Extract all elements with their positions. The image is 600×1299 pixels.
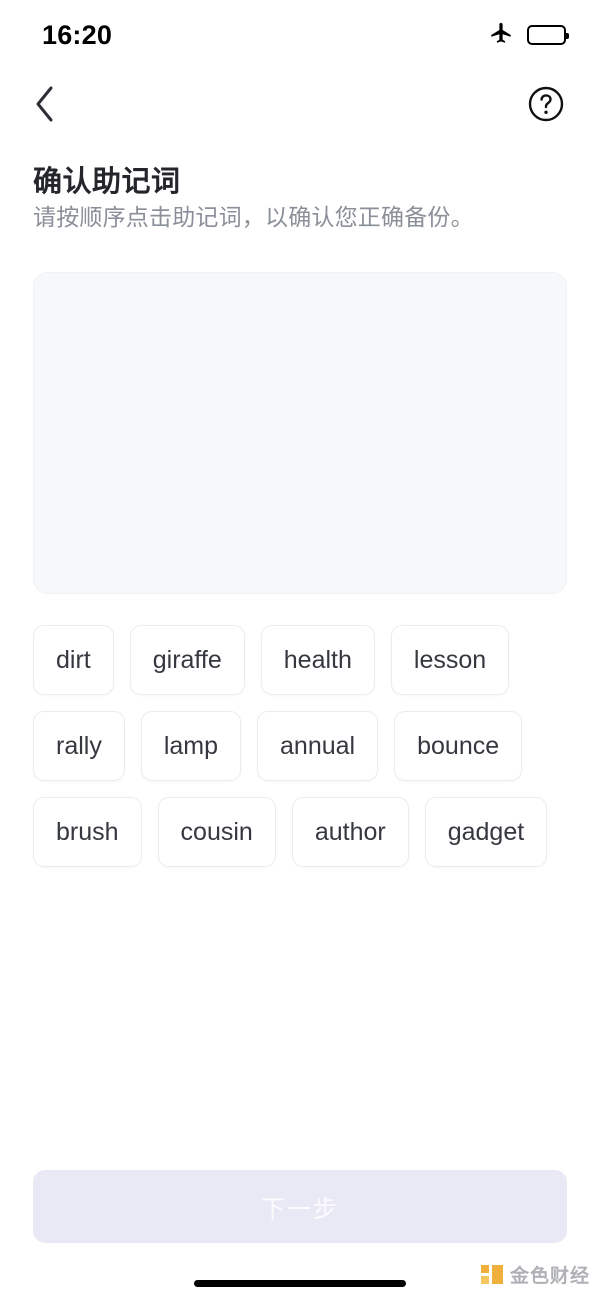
help-button[interactable]: [525, 85, 567, 127]
word-chip[interactable]: lesson: [390, 625, 510, 695]
battery-icon: [527, 25, 569, 45]
word-chip[interactable]: bounce: [394, 711, 523, 781]
status-bar-indicators: [488, 20, 569, 51]
word-chip[interactable]: giraffe: [129, 625, 245, 695]
word-pool: dirt giraffe health lesson rally lamp annual bo…: [33, 625, 573, 867]
word-chip[interactable]: lamp: [140, 711, 242, 781]
question-mark-circle-icon: [527, 85, 565, 128]
back-button[interactable]: [22, 83, 68, 129]
status-bar-time: 16:20: [42, 19, 113, 50]
page-title: 确认助记词: [33, 166, 181, 198]
watermark-text: 金色财经: [509, 1266, 590, 1287]
word-chip[interactable]: health: [260, 625, 375, 695]
chevron-left-icon: [33, 85, 57, 128]
word-chip[interactable]: rally: [33, 711, 125, 781]
navigation-bar: [0, 70, 600, 142]
watermark: 金色财经: [480, 1261, 590, 1288]
selected-words-panel[interactable]: [33, 272, 567, 594]
watermark-logo-icon: [480, 1264, 503, 1285]
word-chip[interactable]: cousin: [157, 797, 276, 867]
page-subtitle: 请按顺序点击助记词，以确认您正确备份。: [33, 204, 474, 230]
airplane-mode-icon: [488, 20, 514, 51]
status-bar: 16:20: [0, 0, 600, 70]
word-chip[interactable]: brush: [33, 797, 142, 867]
home-indicator: [194, 1280, 406, 1287]
word-chip[interactable]: dirt: [33, 625, 114, 695]
word-chip[interactable]: author: [291, 797, 409, 867]
word-chip[interactable]: gadget: [424, 797, 548, 867]
word-chip[interactable]: annual: [257, 711, 379, 781]
next-button[interactable]: 下一步: [33, 1170, 567, 1243]
